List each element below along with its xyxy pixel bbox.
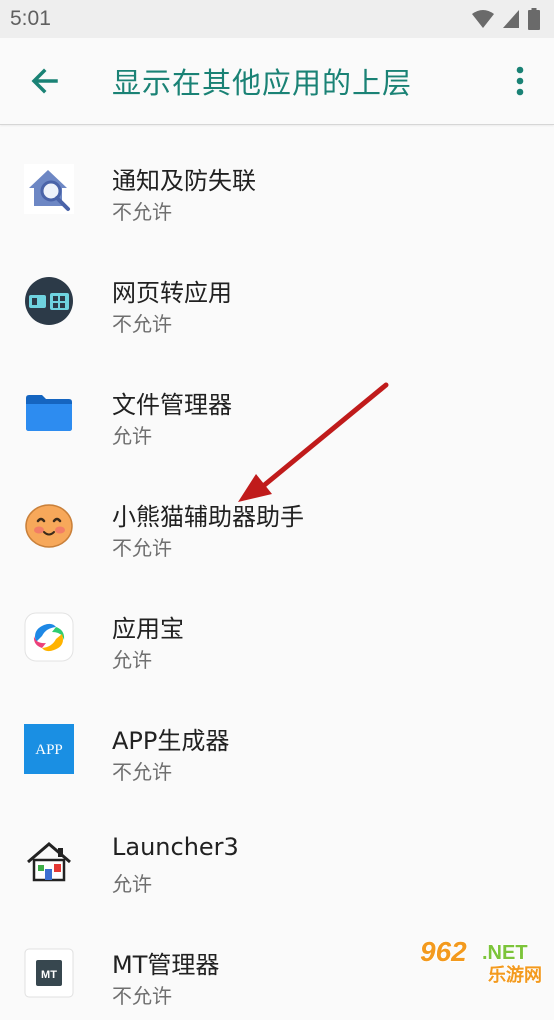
permission-status: 允许 xyxy=(112,648,152,672)
list-item[interactable]: 小熊猫辅助器助手 不允许 xyxy=(0,460,554,572)
permission-status: 不允许 xyxy=(112,984,172,1008)
app-name: 应用宝 xyxy=(112,615,184,643)
permission-status: 不允许 xyxy=(112,760,172,784)
app-name: 小熊猫辅助器助手 xyxy=(112,503,304,531)
list-item[interactable]: 文件管理器 允许 xyxy=(0,348,554,460)
battery-icon xyxy=(528,8,540,30)
yingyongbao-icon xyxy=(24,612,74,662)
status-bar: 5:01 xyxy=(0,0,554,38)
permission-status: 允许 xyxy=(112,424,152,448)
more-options-icon[interactable] xyxy=(506,64,534,98)
house-search-icon xyxy=(24,164,74,214)
app-generator-icon: APP xyxy=(24,724,74,774)
permission-status: 不允许 xyxy=(112,200,172,224)
list-item[interactable]: 网页转应用 不允许 xyxy=(0,236,554,348)
site-watermark-logo: 962 .NET 乐游网 xyxy=(419,935,542,984)
app-name: MT管理器 xyxy=(112,951,220,979)
smiley-face-icon xyxy=(25,504,73,548)
list-item[interactable]: APP APP生成器 不允许 xyxy=(0,684,554,796)
wifi-icon xyxy=(472,10,494,28)
app-name: Launcher3 xyxy=(112,833,239,861)
svg-text:.NET: .NET xyxy=(482,942,528,964)
app-list: 通知及防失联 不允许 网页转应用 不允许 文件管理器 允许 小熊猫辅助器助手 不… xyxy=(0,124,554,1020)
folder-icon xyxy=(26,395,72,431)
app-name: 文件管理器 xyxy=(112,391,232,419)
status-icons xyxy=(472,8,540,30)
app-name: APP生成器 xyxy=(112,727,230,755)
permission-status: 允许 xyxy=(112,872,152,896)
signal-icon xyxy=(503,10,519,28)
mt-manager-icon: MT xyxy=(24,948,74,998)
app-name: 网页转应用 xyxy=(112,279,232,307)
app-generator-icon-text: APP xyxy=(35,742,63,758)
launcher-house-icon xyxy=(27,842,71,882)
list-item[interactable]: 通知及防失联 不允许 xyxy=(0,124,554,236)
page-title: 显示在其他应用的上层 xyxy=(112,66,413,100)
svg-text:962: 962 xyxy=(420,936,467,967)
web-to-app-icon xyxy=(25,277,73,325)
permission-status: 不允许 xyxy=(112,312,172,336)
list-item[interactable]: Launcher3 允许 xyxy=(0,796,554,908)
svg-text:乐游网: 乐游网 xyxy=(488,964,542,984)
app-name: 通知及防失联 xyxy=(112,167,256,195)
mt-manager-icon-text: MT xyxy=(41,969,57,981)
app-bar: 显示在其他应用的上层 xyxy=(0,38,554,125)
status-time: 5:01 xyxy=(10,7,51,30)
permission-status: 不允许 xyxy=(112,536,172,560)
back-arrow-icon[interactable] xyxy=(26,62,64,100)
list-item[interactable]: 应用宝 允许 xyxy=(0,572,554,684)
